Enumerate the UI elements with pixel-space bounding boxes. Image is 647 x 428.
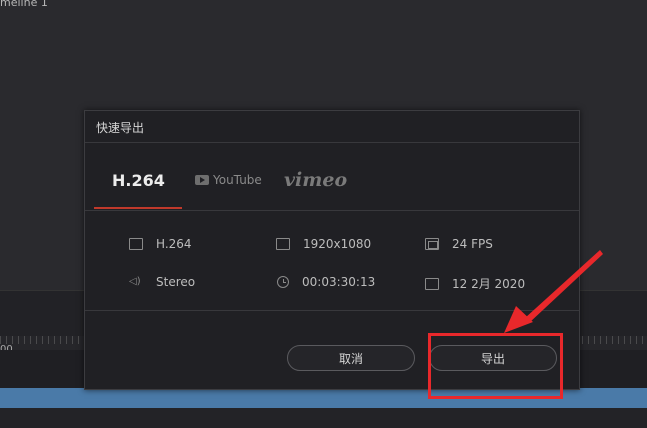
annotation-arrow-icon bbox=[504, 250, 603, 333]
